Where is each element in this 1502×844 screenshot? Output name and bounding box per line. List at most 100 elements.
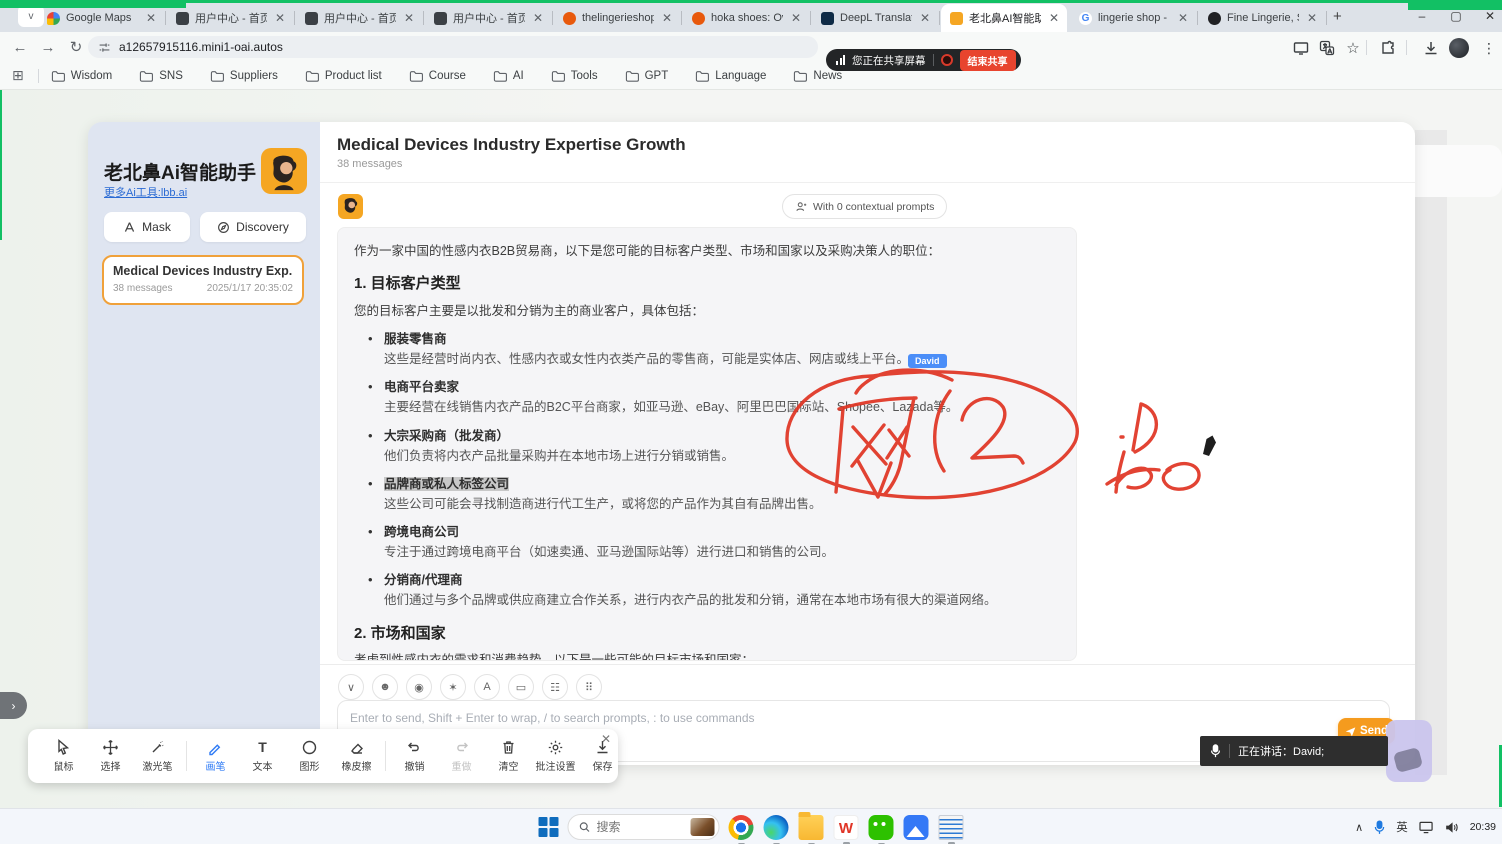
tool-eraser[interactable]: 橡皮擦	[333, 739, 380, 773]
contextual-prompts-pill[interactable]: With 0 contextual prompts	[782, 194, 947, 219]
bookmark-item[interactable]: Course	[409, 70, 466, 82]
tab-search-chevron-icon[interactable]: v	[18, 5, 44, 27]
bullet-desc: 他们通过与多个品牌或供应商建立合作关系，进行内衣产品的批发和分销，通常在本地市场…	[384, 591, 1060, 609]
taskbar-search[interactable]	[568, 814, 720, 840]
tab-close-icon[interactable]: ✕	[660, 11, 674, 25]
tool-laser[interactable]: 激光笔	[134, 739, 181, 773]
browser-tab[interactable]: 用户中心 - 首页✕	[167, 4, 293, 32]
taskbar-wechat-icon[interactable]	[869, 815, 894, 840]
tab-close-icon[interactable]: ✕	[1305, 11, 1319, 25]
bookmark-item[interactable]: GPT	[625, 70, 669, 82]
tab-close-icon[interactable]: ✕	[1047, 11, 1061, 25]
portrait-icon[interactable]: ☻	[372, 674, 398, 700]
bookmark-item[interactable]: SNS	[139, 70, 183, 82]
mask-button[interactable]: Mask	[104, 212, 190, 242]
browser-tab[interactable]: 用户中心 - 首页✕	[296, 4, 422, 32]
taskbar-notes-icon[interactable]	[939, 815, 964, 840]
start-button[interactable]	[539, 817, 559, 837]
voice-icon[interactable]: ◉	[406, 674, 432, 700]
browser-tab[interactable]: Google Maps✕	[38, 4, 164, 32]
bookmark-item[interactable]: Product list	[305, 70, 382, 82]
downloads-icon[interactable]	[1420, 37, 1442, 59]
tool-cursor[interactable]: 鼠标	[40, 739, 87, 773]
tab-close-icon[interactable]: ✕	[531, 11, 545, 25]
chat-item-messages: 38 messages	[113, 283, 172, 294]
discovery-button[interactable]: Discovery	[200, 212, 306, 242]
stop-share-button[interactable]: 结束共享	[960, 50, 1016, 71]
extensions-puzzle-icon[interactable]	[1377, 37, 1399, 59]
browser-tab[interactable]: Glingerie shop - G✕	[1070, 4, 1196, 32]
address-bar[interactable]	[88, 36, 818, 58]
more-tools-link[interactable]: 更多Ai工具:lbb.ai	[104, 184, 187, 200]
magic-wand-icon[interactable]: ✶	[440, 674, 466, 700]
forward-icon[interactable]: →	[36, 35, 60, 59]
tray-microphone-icon[interactable]	[1374, 820, 1385, 835]
browser-tab[interactable]: thelingerieshop✕	[554, 4, 680, 32]
tab-close-icon[interactable]: ✕	[1176, 11, 1190, 25]
search-input[interactable]	[597, 820, 683, 834]
share-frame-left	[0, 90, 2, 240]
app-card: 老北鼻Ai智能助手 更多Ai工具:lbb.ai Mask Discovery	[88, 122, 1415, 765]
tool-shape[interactable]: 图形	[286, 739, 333, 773]
bookmark-item[interactable]: Tools	[551, 70, 598, 82]
apps-grid-icon[interactable]: ⊞	[12, 67, 24, 84]
cast-screen-icon[interactable]	[1290, 37, 1312, 59]
tab-label: 老北鼻AI智能助手	[969, 10, 1041, 26]
taskbar-edge-icon[interactable]	[764, 815, 789, 840]
image-icon[interactable]: ▭	[508, 674, 534, 700]
chevron-double-down-icon[interactable]: ∨	[338, 674, 364, 700]
chat-title: Medical Devices Industry Expertise Growt…	[337, 135, 686, 155]
url-input[interactable]	[119, 40, 759, 54]
annotation-close-icon[interactable]: ✕	[601, 732, 611, 746]
taskbar-photos-icon[interactable]	[904, 815, 929, 840]
browser-tab[interactable]: DeepL Translate:✕	[812, 4, 938, 32]
site-settings-icon[interactable]	[98, 41, 111, 54]
tab-close-icon[interactable]: ✕	[918, 11, 932, 25]
bookmark-item[interactable]: Language	[695, 70, 766, 82]
browser-tab[interactable]: 老北鼻AI智能助手 ✕	[941, 4, 1067, 32]
tool-pen[interactable]: 画笔	[192, 739, 239, 773]
tool-move[interactable]: 选择	[87, 739, 134, 773]
tray-chevron-icon[interactable]: ∧	[1355, 821, 1363, 834]
chat-list-item[interactable]: Medical Devices Industry Exp... 38 messa…	[102, 255, 304, 305]
sidebar-expander-handle[interactable]: ›	[0, 692, 27, 719]
floating-assistant-widget[interactable]	[1386, 720, 1432, 782]
bookmark-item[interactable]: News	[793, 70, 842, 82]
tool-trash[interactable]: 清空	[485, 739, 532, 773]
bookmark-item[interactable]: AI	[493, 70, 524, 82]
bookmark-item[interactable]: Suppliers	[210, 70, 278, 82]
maps-pin-icon	[47, 12, 60, 25]
browser-tab[interactable]: Fine Lingerie, Sle✕	[1199, 4, 1325, 32]
back-icon[interactable]: ←	[8, 35, 32, 59]
tab-close-icon[interactable]: ✕	[273, 11, 287, 25]
tool-undo[interactable]: 撤销	[391, 739, 438, 773]
tool-gear[interactable]: 批注设置	[532, 739, 579, 773]
bookmark-item[interactable]: Wisdom	[51, 70, 113, 82]
speaker-icon[interactable]	[1445, 821, 1459, 834]
tab-close-icon[interactable]: ✕	[144, 11, 158, 25]
browser-tab[interactable]: hoka shoes: Ove✕	[683, 4, 809, 32]
tool-text[interactable]: T文本	[239, 739, 286, 773]
search-highlight-image[interactable]	[691, 818, 715, 836]
profile-avatar[interactable]	[1448, 37, 1470, 59]
taskbar-chrome-icon[interactable]	[729, 815, 754, 840]
taskbar: W ∧ 英 20:39 2025/01/17 20:39:41	[0, 808, 1502, 844]
tray-clock[interactable]: 20:39	[1470, 821, 1496, 834]
bookmark-label: Course	[429, 70, 466, 82]
robot-icon[interactable]: ☷	[542, 674, 568, 700]
apps-grid-icon[interactable]: ⠿	[576, 674, 602, 700]
tab-close-icon[interactable]: ✕	[402, 11, 416, 25]
taskbar-explorer-icon[interactable]	[799, 815, 824, 840]
bookmark-star-icon[interactable]: ☆	[1342, 37, 1364, 59]
reload-icon[interactable]: ↻	[64, 35, 88, 59]
page-scroll-strip[interactable]	[1415, 130, 1447, 775]
taskbar-wps-icon[interactable]: W	[834, 815, 859, 840]
browser-menu-icon[interactable]: ⋮	[1478, 37, 1500, 59]
translate-icon[interactable]	[1316, 37, 1338, 59]
new-tab-button[interactable]: +	[1333, 8, 1342, 25]
ime-indicator[interactable]: 英	[1396, 819, 1408, 835]
browser-tab[interactable]: 用户中心 - 首页✕	[425, 4, 551, 32]
tab-close-icon[interactable]: ✕	[789, 11, 803, 25]
network-monitor-icon[interactable]	[1419, 821, 1434, 834]
font-tool-icon[interactable]: A	[474, 674, 500, 700]
